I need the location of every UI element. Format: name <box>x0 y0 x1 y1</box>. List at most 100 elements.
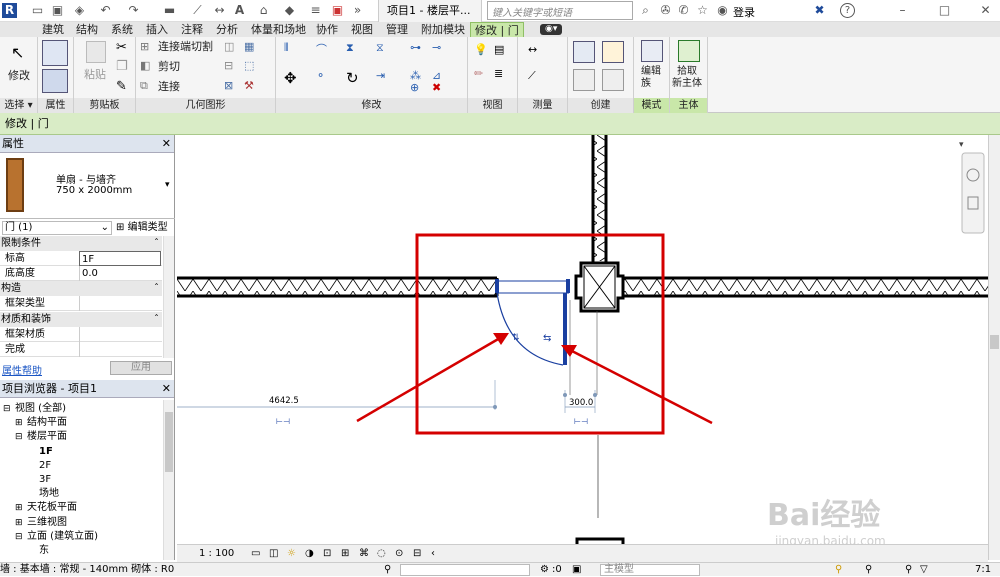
frame-material-field[interactable] <box>79 327 161 342</box>
open-icon[interactable]: ▭ <box>30 3 45 18</box>
frame-type-field[interactable] <box>79 296 161 311</box>
design-option-select[interactable]: 主模型 <box>600 564 700 576</box>
detail-level-icon[interactable]: ▭ <box>251 545 260 563</box>
apply-button[interactable]: 应用 <box>110 361 172 375</box>
subscription-icon[interactable]: ✇ <box>658 3 673 18</box>
dimension-left-text[interactable]: 4642.5 <box>269 396 299 406</box>
overflow-icon[interactable]: » <box>350 3 365 18</box>
view-scale[interactable]: 1 : 100 <box>199 545 234 563</box>
create-group-icon[interactable] <box>573 41 595 63</box>
lock-view-icon[interactable]: ⌘ <box>359 545 369 563</box>
temporary-hide-icon[interactable]: ◌ <box>377 545 386 563</box>
finish-field[interactable] <box>79 342 161 357</box>
copy-icon[interactable]: ❐ <box>116 59 132 75</box>
design-options-icon[interactable]: ▣ <box>572 563 581 577</box>
search-input[interactable]: 键入关键字或短语 <box>487 1 633 20</box>
trim-extend-icon[interactable]: ⇥ <box>376 69 392 85</box>
create-assembly-icon[interactable] <box>602 41 624 63</box>
browser-item[interactable]: 场地 <box>27 487 59 501</box>
wall-right[interactable] <box>619 276 988 298</box>
viewcube-icon[interactable]: ▾ <box>959 140 964 150</box>
canvas-scrollbar[interactable] <box>988 135 1000 560</box>
align-icon[interactable]: ⫴ <box>284 41 300 57</box>
expand-toggle-icon[interactable]: ⊟ <box>15 530 27 544</box>
sync-icon[interactable]: ◈ <box>72 3 87 18</box>
copy-element-icon[interactable]: ⚬ <box>316 69 332 85</box>
override-icon[interactable]: ▤ <box>494 43 510 59</box>
browser-item[interactable]: ⊞ 天花板平面 <box>15 501 77 515</box>
trim-icon[interactable]: ⊸ <box>432 41 448 57</box>
dimension-right-text[interactable]: 300.0 <box>569 398 593 408</box>
browser-item[interactable]: ⊞ 三维视图 <box>15 516 67 530</box>
cut-button[interactable]: 剪切 <box>158 60 180 74</box>
close-icon[interactable]: ✕ <box>162 135 171 153</box>
tab-architecture[interactable]: 建筑 <box>42 22 64 37</box>
shadows-icon[interactable]: ◑ <box>305 545 314 563</box>
edit-type-button[interactable]: ⊞ 编辑类型 <box>116 221 168 235</box>
join-button[interactable]: 连接 <box>158 80 180 94</box>
properties-scrollbar[interactable] <box>163 236 174 358</box>
thin-lines-icon[interactable]: ≡ <box>308 3 323 18</box>
more-icon[interactable]: ‹ <box>431 545 435 563</box>
dimension-right[interactable]: 300.0 ⊢⊣ <box>563 390 597 426</box>
expand-toggle-icon[interactable]: ⊟ <box>15 430 27 444</box>
properties-icon[interactable] <box>42 40 68 66</box>
browser-item[interactable]: ⊟ 视图 (全部) <box>3 402 66 416</box>
panel-toggle-icon[interactable]: ◉▾ <box>540 24 563 35</box>
revit-logo-icon[interactable]: R <box>2 3 17 18</box>
tab-collaborate[interactable]: 协作 <box>316 22 338 37</box>
browser-item[interactable]: ⊟ 楼层平面 <box>15 430 67 444</box>
mirror-draw-icon[interactable]: ⧖ <box>376 41 392 57</box>
user-icon[interactable]: ◉ <box>715 3 730 18</box>
chevron-down-icon[interactable]: ⌄ <box>101 222 109 234</box>
scroll-thumb[interactable] <box>165 412 173 472</box>
expand-toggle-icon[interactable]: ⊞ <box>15 516 27 530</box>
paint-icon[interactable]: ▦ <box>244 40 260 56</box>
browser-item[interactable]: 东 <box>27 544 49 558</box>
hammer-icon[interactable]: ⚒ <box>244 79 260 95</box>
scissors-icon[interactable]: ✂ <box>116 40 132 56</box>
split-icon[interactable]: ⊶ <box>410 41 426 57</box>
communication-icon[interactable]: ✆ <box>676 3 691 18</box>
filter-icon[interactable]: ▽ <box>920 563 928 577</box>
show-crop-icon[interactable]: ⊞ <box>341 545 349 563</box>
create-parts-icon[interactable] <box>573 69 595 91</box>
expand-toggle-icon[interactable]: ⊟ <box>3 402 15 416</box>
expand-toggle-icon[interactable]: ⊞ <box>15 416 27 430</box>
help-icon[interactable]: ? <box>840 3 855 18</box>
tab-view[interactable]: 视图 <box>351 22 373 37</box>
wall-left[interactable] <box>177 276 499 298</box>
favorites-icon[interactable]: ☆ <box>695 3 710 18</box>
pick-host-button[interactable]: 拾取 新主体 <box>672 66 702 90</box>
expand-toggle-icon[interactable]: ⊞ <box>15 501 27 515</box>
tab-structure[interactable]: 结构 <box>76 22 98 37</box>
sun-path-icon[interactable]: ☼ <box>287 545 296 563</box>
pick-host-icon[interactable] <box>678 40 700 62</box>
browser-item[interactable]: 1F <box>27 445 53 459</box>
tab-analyze[interactable]: 分析 <box>216 22 238 37</box>
hide-element-icon[interactable]: 💡 <box>474 43 490 59</box>
drawing-canvas[interactable]: ⇅ ⇆ 4642.5 ⊢⊣ 300.0 ⊢⊣ ▾ Bai经验 jingyan.b… <box>177 135 988 560</box>
reveal-hidden-icon[interactable]: ⊙ <box>395 545 403 563</box>
split-face-icon[interactable]: ◫ <box>224 40 240 56</box>
section-icon[interactable]: ◆ <box>282 3 297 18</box>
dimension-left[interactable]: 4642.5 ⊢⊣ <box>177 380 497 426</box>
paste-icon[interactable] <box>86 41 106 63</box>
match-type-icon[interactable]: ✎ <box>116 79 132 95</box>
visual-style-icon[interactable]: ◫ <box>269 545 278 563</box>
undo-icon[interactable]: ↶ <box>98 3 113 18</box>
join-cut-button[interactable]: 连接端切割 <box>158 40 213 54</box>
instance-filter[interactable]: 门 (1) ⌄ <box>2 221 112 235</box>
3d-view-icon[interactable]: ⌂ <box>256 3 271 18</box>
browser-item[interactable]: ⊞ 结构平面 <box>15 416 67 430</box>
save-icon[interactable]: ▣ <box>50 3 65 18</box>
structural-column[interactable] <box>574 261 625 313</box>
select-links-icon[interactable]: ⚲ <box>835 563 842 577</box>
tab-annotate[interactable]: 注释 <box>181 22 203 37</box>
binoculars-icon[interactable]: ⌕ <box>638 3 653 18</box>
paste-button[interactable]: 粘贴 <box>84 68 106 82</box>
browser-item[interactable]: 3F <box>27 473 51 487</box>
remove-paint-icon[interactable]: ⊠ <box>224 79 240 95</box>
tab-massing-site[interactable]: 体量和场地 <box>251 22 306 37</box>
type-properties-icon[interactable] <box>42 69 68 93</box>
